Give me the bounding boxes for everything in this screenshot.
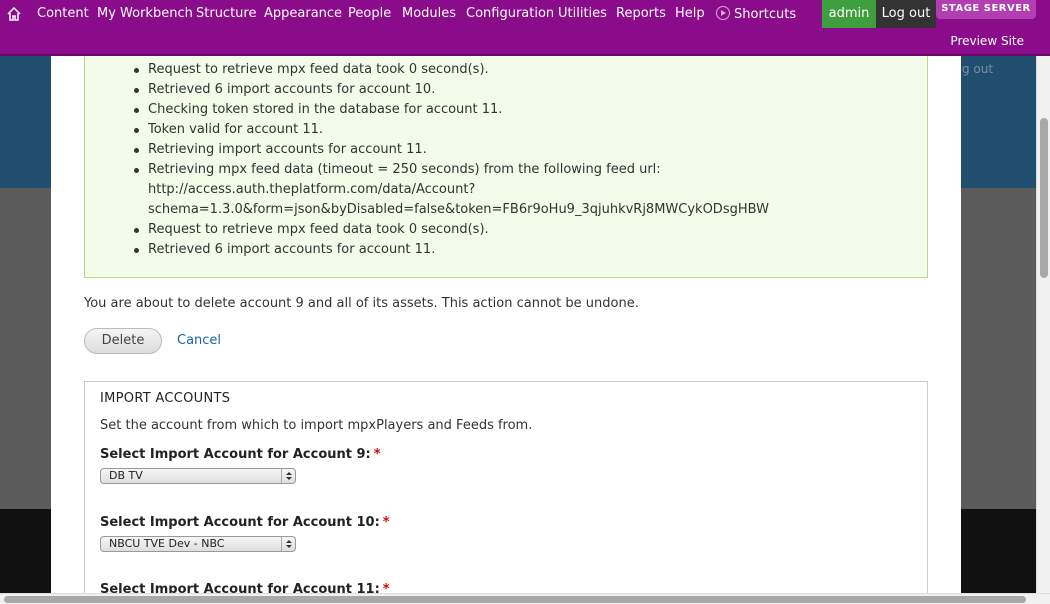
menu-reports[interactable]: Reports (616, 6, 666, 21)
message-item: Retrieved 6 import accounts for account … (85, 80, 927, 100)
message-item: Retrieving mpx feed data (timeout = 250 … (85, 160, 927, 180)
shortcuts-icon (716, 6, 730, 20)
menu-modules[interactable]: Modules (402, 6, 456, 21)
delete-button[interactable]: Delete (84, 328, 162, 354)
message-item: Request to retrieve mpx feed data took 0… (85, 60, 927, 80)
menu-content[interactable]: Content (37, 6, 89, 21)
home-icon[interactable] (6, 6, 22, 22)
select-value: DB TV (109, 469, 143, 482)
field-label-text: Select Import Account for Account 11: (100, 582, 380, 593)
cancel-link[interactable]: Cancel (177, 333, 221, 348)
vertical-scrollbar-thumb[interactable] (1040, 118, 1048, 278)
background-logout-text: g out (962, 62, 994, 76)
menu-my-workbench[interactable]: My Workbench (97, 6, 193, 21)
menu-configuration[interactable]: Configuration (466, 6, 554, 21)
shortcuts-toggle[interactable]: Shortcuts (716, 6, 796, 22)
fieldset-description: Set the account from which to import mpx… (100, 418, 533, 433)
menu-structure[interactable]: Structure (196, 6, 256, 21)
required-marker: * (373, 447, 381, 462)
import-account-11-label: Select Import Account for Account 11: * (100, 582, 390, 593)
status-messages: schema=1.3.0&form=json&byDisabled=false&… (84, 56, 928, 278)
admin-toolbar: Content My Workbench Structure Appearanc… (0, 0, 1050, 56)
field-label-text: Select Import Account for Account 10: (100, 515, 380, 530)
select-arrows-icon (281, 537, 295, 551)
message-item: Checking token stored in the database fo… (85, 100, 927, 120)
import-accounts-fieldset: IMPORT ACCOUNTS Set the account from whi… (84, 381, 928, 593)
toolbar-menu-row: Content My Workbench Structure Appearanc… (0, 0, 1050, 28)
horizontal-scrollbar[interactable] (0, 593, 1050, 604)
overlay-dialog: schema=1.3.0&form=json&byDisabled=false&… (51, 56, 961, 593)
required-marker: * (382, 582, 390, 593)
user-account-link[interactable]: admin (822, 0, 876, 28)
preview-site-link[interactable]: Preview Site (950, 34, 1024, 48)
logout-link[interactable]: Log out (876, 0, 936, 28)
import-account-9-select[interactable]: DB TV (100, 468, 296, 484)
menu-help[interactable]: Help (675, 6, 705, 21)
menu-appearance[interactable]: Appearance (264, 6, 342, 21)
select-value: NBCU TVE Dev - NBC (109, 537, 225, 550)
message-item: Retrieved 6 import accounts for account … (85, 240, 927, 260)
vertical-scrollbar[interactable] (1036, 56, 1050, 593)
message-item: Request to retrieve mpx feed data took 0… (85, 220, 927, 240)
fieldset-legend: IMPORT ACCOUNTS (100, 391, 231, 406)
menu-people[interactable]: People (348, 6, 391, 21)
select-arrows-icon (281, 469, 295, 483)
message-item: http://access.auth.theplatform.com/data/… (148, 182, 476, 197)
horizontal-scrollbar-thumb[interactable] (4, 596, 1026, 603)
import-account-10-label: Select Import Account for Account 10: * (100, 515, 390, 530)
message-list: schema=1.3.0&form=json&byDisabled=false&… (85, 56, 927, 260)
shortcuts-label: Shortcuts (734, 7, 797, 22)
import-account-10-select[interactable]: NBCU TVE Dev - NBC (100, 536, 296, 552)
message-item: schema=1.3.0&form=json&byDisabled=false&… (148, 202, 769, 217)
message-item: Retrieving import accounts for account 1… (85, 140, 927, 160)
delete-warning: You are about to delete account 9 and al… (84, 296, 639, 311)
server-environment-badge: STAGE SERVER (936, 0, 1036, 19)
import-account-9-label: Select Import Account for Account 9: * (100, 447, 381, 462)
required-marker: * (382, 515, 390, 530)
menu-utilities[interactable]: Utilities (558, 6, 607, 21)
field-label-text: Select Import Account for Account 9: (100, 447, 371, 462)
message-item: Token valid for account 11. (85, 120, 927, 140)
